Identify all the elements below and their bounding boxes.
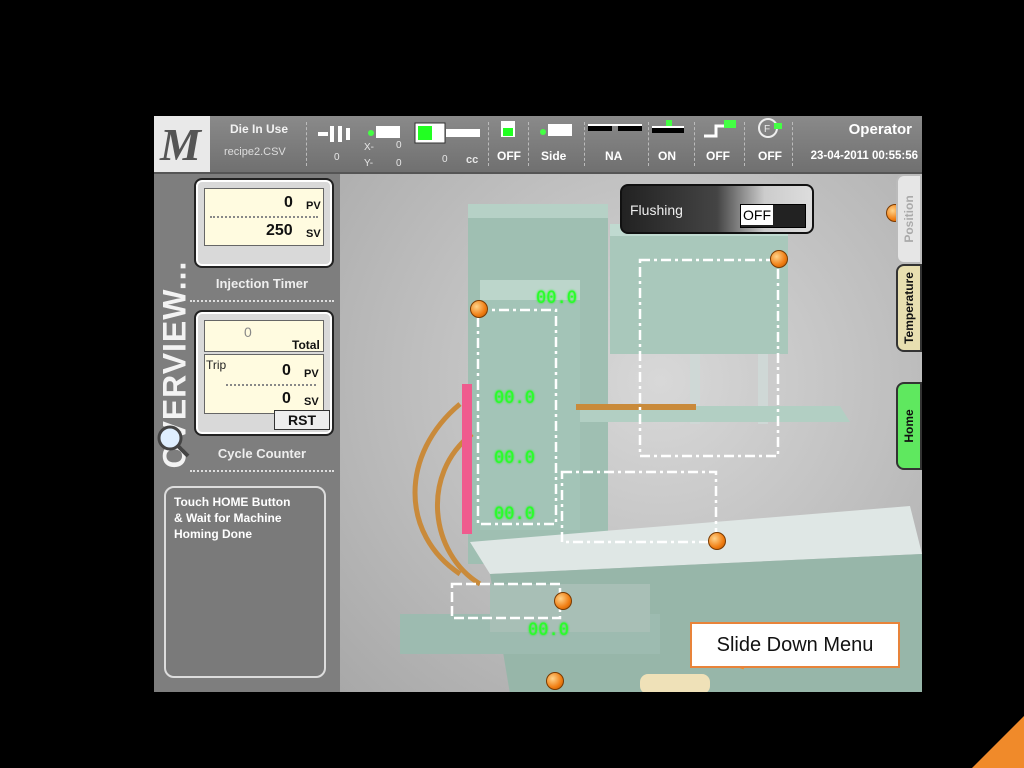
cycle-trip-label: Trip [206,358,227,372]
readout-bottom: 00.0 [528,620,569,640]
left-panel: OVERVIEW... 0 PV 250 SV Injection Timer … [154,174,340,692]
hotspot-slide-down[interactable] [546,672,564,690]
na-icon [588,124,642,131]
slide-down-menu-callout: Slide Down Menu [690,622,900,668]
y-label: Y- [364,158,374,169]
injection-timer-widget: 0 PV 250 SV [194,178,334,268]
machine-view: 00.0 00.0 00.0 00.0 00.0 [340,174,922,692]
ejector-icon [704,120,736,138]
injection-sv-unit: SV [306,228,321,240]
side-icon [540,124,572,136]
die-in-use-label: Die In Use [230,122,289,136]
xy-cylinder-icon [368,126,400,138]
hmi-screen: M Die In Use recipe2.CSV 0 X- Y- 0 0 0 c… [154,116,922,692]
flushing-control: Flushing OFF [620,184,814,234]
injection-pv-value: 0 [284,194,293,211]
machine-illustration [400,204,922,692]
hotspot-base[interactable] [554,592,572,610]
status-on[interactable]: ON [658,149,676,163]
x-label: X- [364,142,374,153]
magnifier-icon[interactable] [156,424,190,458]
pump-status-icon [501,121,515,137]
cycle-sv-unit: SV [304,396,319,408]
cycle-counter-widget: 0 Total Trip 0 PV 0 SV RST [194,310,334,436]
status-ejector[interactable]: OFF [706,149,730,163]
x-value: 0 [396,140,402,151]
injection-timer-caption: Injection Timer [215,276,309,291]
datetime: 23-04-2011 00:55:56 [810,150,918,162]
clamp-icon [652,120,684,133]
status-fan[interactable]: OFF [758,149,782,163]
fan-icon: F [758,118,782,138]
flushing-toggle[interactable]: OFF [740,204,806,228]
cycle-pv-value: 0 [282,362,291,379]
hotspot-cylinder[interactable] [470,300,488,318]
shot-volume-unit: cc [466,154,479,166]
company-logo: M [154,116,210,172]
status-na[interactable]: NA [605,149,622,163]
hotspot-platen[interactable] [708,532,726,550]
y-value: 0 [396,158,402,169]
hotspot-head[interactable] [770,250,788,268]
status-side[interactable]: Side [541,149,566,163]
tab-home[interactable]: Home [896,382,922,470]
corner-decoration [972,716,1024,768]
shot-volume-value: 0 [442,154,448,165]
injection-sv-value[interactable]: 250 [266,222,293,240]
cycle-pv-unit: PV [304,368,319,380]
injector-icon [318,126,350,142]
tab-position[interactable]: Position [896,174,922,264]
status-pump[interactable]: OFF [497,149,521,163]
readout-top: 00.0 [536,288,577,308]
cycle-total-value: 0 [244,324,252,340]
injector-value: 0 [334,152,340,163]
cycle-sv-value[interactable]: 0 [282,390,291,408]
cycle-total-label: Total [292,338,320,352]
cycle-counter-caption: Cycle Counter [217,446,307,461]
message-box: Touch HOME Button & Wait for Machine Hom… [164,486,326,678]
readout-1: 00.0 [494,388,535,408]
message-text: Touch HOME Button & Wait for Machine Hom… [174,495,291,541]
readout-2: 00.0 [494,448,535,468]
operator-login[interactable]: Operator [849,121,912,138]
svg-text:F: F [764,124,770,135]
status-bar: M Die In Use recipe2.CSV 0 X- Y- 0 0 0 c… [154,116,922,174]
flushing-label: Flushing [630,202,683,218]
tab-temperature[interactable]: Temperature [896,264,922,352]
readout-3: 00.0 [494,504,535,524]
recipe-name[interactable]: recipe2.CSV [224,146,286,158]
reset-button[interactable]: RST [274,410,330,430]
shot-volume-icon [414,122,480,144]
injection-pv-unit: PV [306,200,321,212]
